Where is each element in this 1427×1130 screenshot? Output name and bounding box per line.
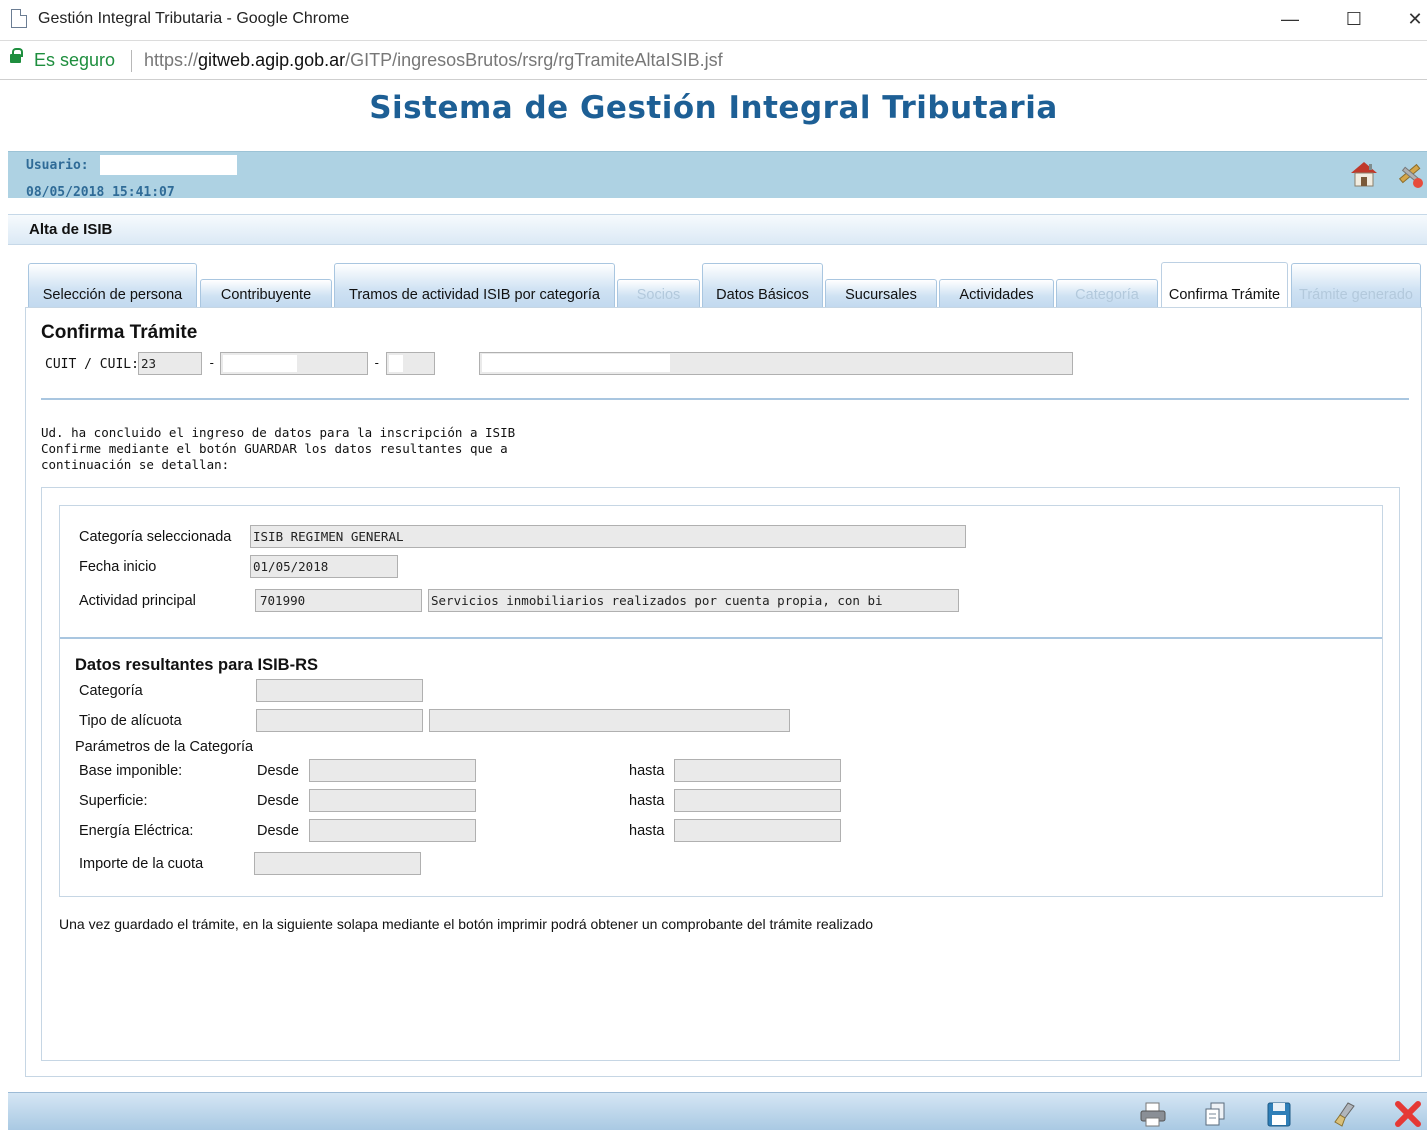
- summary-inner-box: Categoría seleccionada ISIB REGIMEN GENE…: [59, 505, 1383, 897]
- actividad-desc-field[interactable]: Servicios inmobiliarios realizados por c…: [428, 589, 959, 612]
- document-icon: [11, 9, 27, 28]
- superficie-desde-field[interactable]: [309, 789, 476, 812]
- actividad-principal-label: Actividad principal: [79, 593, 196, 609]
- tab-confirma-tramite[interactable]: Confirma Trámite: [1161, 262, 1288, 307]
- cuit-dash-1: -: [208, 355, 216, 370]
- cuit-check-digit-field[interactable]: [386, 352, 435, 375]
- energia-hasta-label: hasta: [629, 823, 665, 839]
- address-bar[interactable]: Es seguro https://gitweb.agip.gob.ar/GIT…: [0, 40, 1427, 80]
- categoria-seleccionada-label: Categoría seleccionada: [79, 529, 232, 545]
- superficie-label: Superficie:: [79, 793, 148, 809]
- tab-datos-basicos[interactable]: Datos Básicos: [702, 263, 823, 307]
- minimize-button[interactable]: —: [1275, 6, 1305, 32]
- address-separator: [131, 50, 132, 72]
- session-datetime: 08/05/2018 15:41:07: [26, 185, 175, 200]
- base-imponible-label: Base imponible:: [79, 763, 183, 779]
- window-title: Gestión Integral Tributaria - Google Chr…: [38, 10, 350, 27]
- tab-seleccion-persona[interactable]: Selección de persona: [28, 263, 197, 307]
- parametros-label: Parámetros de la Categoría: [75, 739, 254, 755]
- guardado-note: Una vez guardado el trámite, en la sigui…: [59, 916, 874, 932]
- actividad-code-field[interactable]: 701990: [255, 589, 422, 612]
- lock-icon: [10, 48, 23, 63]
- importe-cuota-label: Importe de la cuota: [79, 856, 204, 872]
- tab-socios: Socios: [617, 279, 700, 307]
- cuit-prefix-field[interactable]: 23: [138, 352, 202, 375]
- url-host: gitweb.agip.gob.ar: [198, 50, 346, 70]
- energia-desde-label: Desde: [257, 823, 299, 839]
- rs-heading: Datos resultantes para ISIB-RS: [75, 656, 318, 674]
- section-header: Alta de ISIB: [8, 214, 1427, 245]
- tab-actividades[interactable]: Actividades: [939, 279, 1054, 307]
- energia-hasta-field[interactable]: [674, 819, 841, 842]
- tipo-alicuota-desc-field[interactable]: [429, 709, 790, 732]
- intro-line-1: Ud. ha concluido el ingreso de datos par…: [41, 425, 516, 440]
- base-hasta-label: hasta: [629, 763, 665, 779]
- print-icon[interactable]: [1138, 1100, 1168, 1128]
- cuit-number-field[interactable]: [220, 352, 368, 375]
- tab-sucursales[interactable]: Sucursales: [825, 279, 937, 307]
- details-divider: [60, 637, 1382, 639]
- tools-icon[interactable]: [1393, 157, 1427, 191]
- user-bar: Usuario: 08/05/2018 15:41:07: [8, 151, 1427, 200]
- url-text[interactable]: https://gitweb.agip.gob.ar/GITP/ingresos…: [144, 50, 723, 71]
- base-hasta-field[interactable]: [674, 759, 841, 782]
- url-path: /GITP/ingresosBrutos/rsrg/rgTramiteAltaI…: [345, 50, 723, 70]
- energia-label: Energía Eléctrica:: [79, 823, 194, 839]
- home-icon[interactable]: [1347, 157, 1381, 191]
- close-icon[interactable]: [1393, 1100, 1423, 1128]
- close-window-button[interactable]: ✕: [1400, 6, 1427, 32]
- tab-strip: Selección de persona Contribuyente Tramo…: [28, 262, 1423, 307]
- summary-outer-box: Categoría seleccionada ISIB REGIMEN GENE…: [41, 487, 1400, 1061]
- energia-desde-field[interactable]: [309, 819, 476, 842]
- cuit-label: CUIT / CUIL:: [45, 357, 139, 372]
- contribuyente-name-redacted: [482, 354, 670, 372]
- cuit-dash-2: -: [373, 355, 381, 370]
- tab-panel: Confirma Trámite CUIT / CUIL: 23 - - Ud.…: [25, 307, 1422, 1077]
- superficie-desde-label: Desde: [257, 793, 299, 809]
- header-divider: [41, 398, 1409, 400]
- rs-categoria-label: Categoría: [79, 683, 143, 699]
- save-icon[interactable]: [1264, 1100, 1294, 1128]
- rs-categoria-field[interactable]: [256, 679, 423, 702]
- tab-tramos-actividad[interactable]: Tramos de actividad ISIB por categoría: [334, 263, 615, 307]
- intro-text: Ud. ha concluido el ingreso de datos par…: [41, 425, 515, 473]
- cuit-check-redacted: [389, 355, 403, 372]
- contribuyente-name-field[interactable]: [479, 352, 1073, 375]
- fecha-inicio-label: Fecha inicio: [79, 559, 157, 575]
- intro-line-2: Confirme mediante el botón GUARDAR los d…: [41, 441, 508, 456]
- secure-label: Es seguro: [34, 50, 116, 70]
- base-desde-label: Desde: [257, 763, 299, 779]
- importe-cuota-field[interactable]: [254, 852, 421, 875]
- url-prefix: https://: [144, 50, 199, 70]
- confirm-heading: Confirma Trámite: [41, 322, 198, 343]
- user-name-redacted: [100, 155, 237, 175]
- clear-icon[interactable]: [1330, 1100, 1360, 1128]
- categoria-seleccionada-field[interactable]: ISIB REGIMEN GENERAL: [250, 525, 966, 548]
- maximize-button[interactable]: ☐: [1339, 6, 1369, 32]
- footer-toolbar: [8, 1092, 1427, 1130]
- superficie-hasta-label: hasta: [629, 793, 665, 809]
- user-label: Usuario:: [26, 158, 89, 173]
- page-title: Sistema de Gestión Integral Tributaria: [369, 90, 1058, 126]
- intro-line-3: continuación se detallan:: [41, 457, 230, 472]
- tipo-alicuota-code-field[interactable]: [256, 709, 423, 732]
- superficie-hasta-field[interactable]: [674, 789, 841, 812]
- section-title: Alta de ISIB: [29, 221, 113, 238]
- tipo-alicuota-label: Tipo de alícuota: [79, 713, 182, 729]
- tab-contribuyente[interactable]: Contribuyente: [200, 279, 332, 307]
- browser-title-bar: Gestión Integral Tributaria - Google Chr…: [0, 0, 1427, 38]
- copy-icon[interactable]: [1201, 1100, 1231, 1128]
- base-desde-field[interactable]: [309, 759, 476, 782]
- fecha-inicio-field[interactable]: 01/05/2018: [250, 555, 398, 578]
- cuit-number-redacted: [223, 355, 297, 372]
- tab-categoria: Categoría: [1056, 279, 1158, 307]
- tab-tramite-generado: Trámite generado: [1291, 263, 1421, 307]
